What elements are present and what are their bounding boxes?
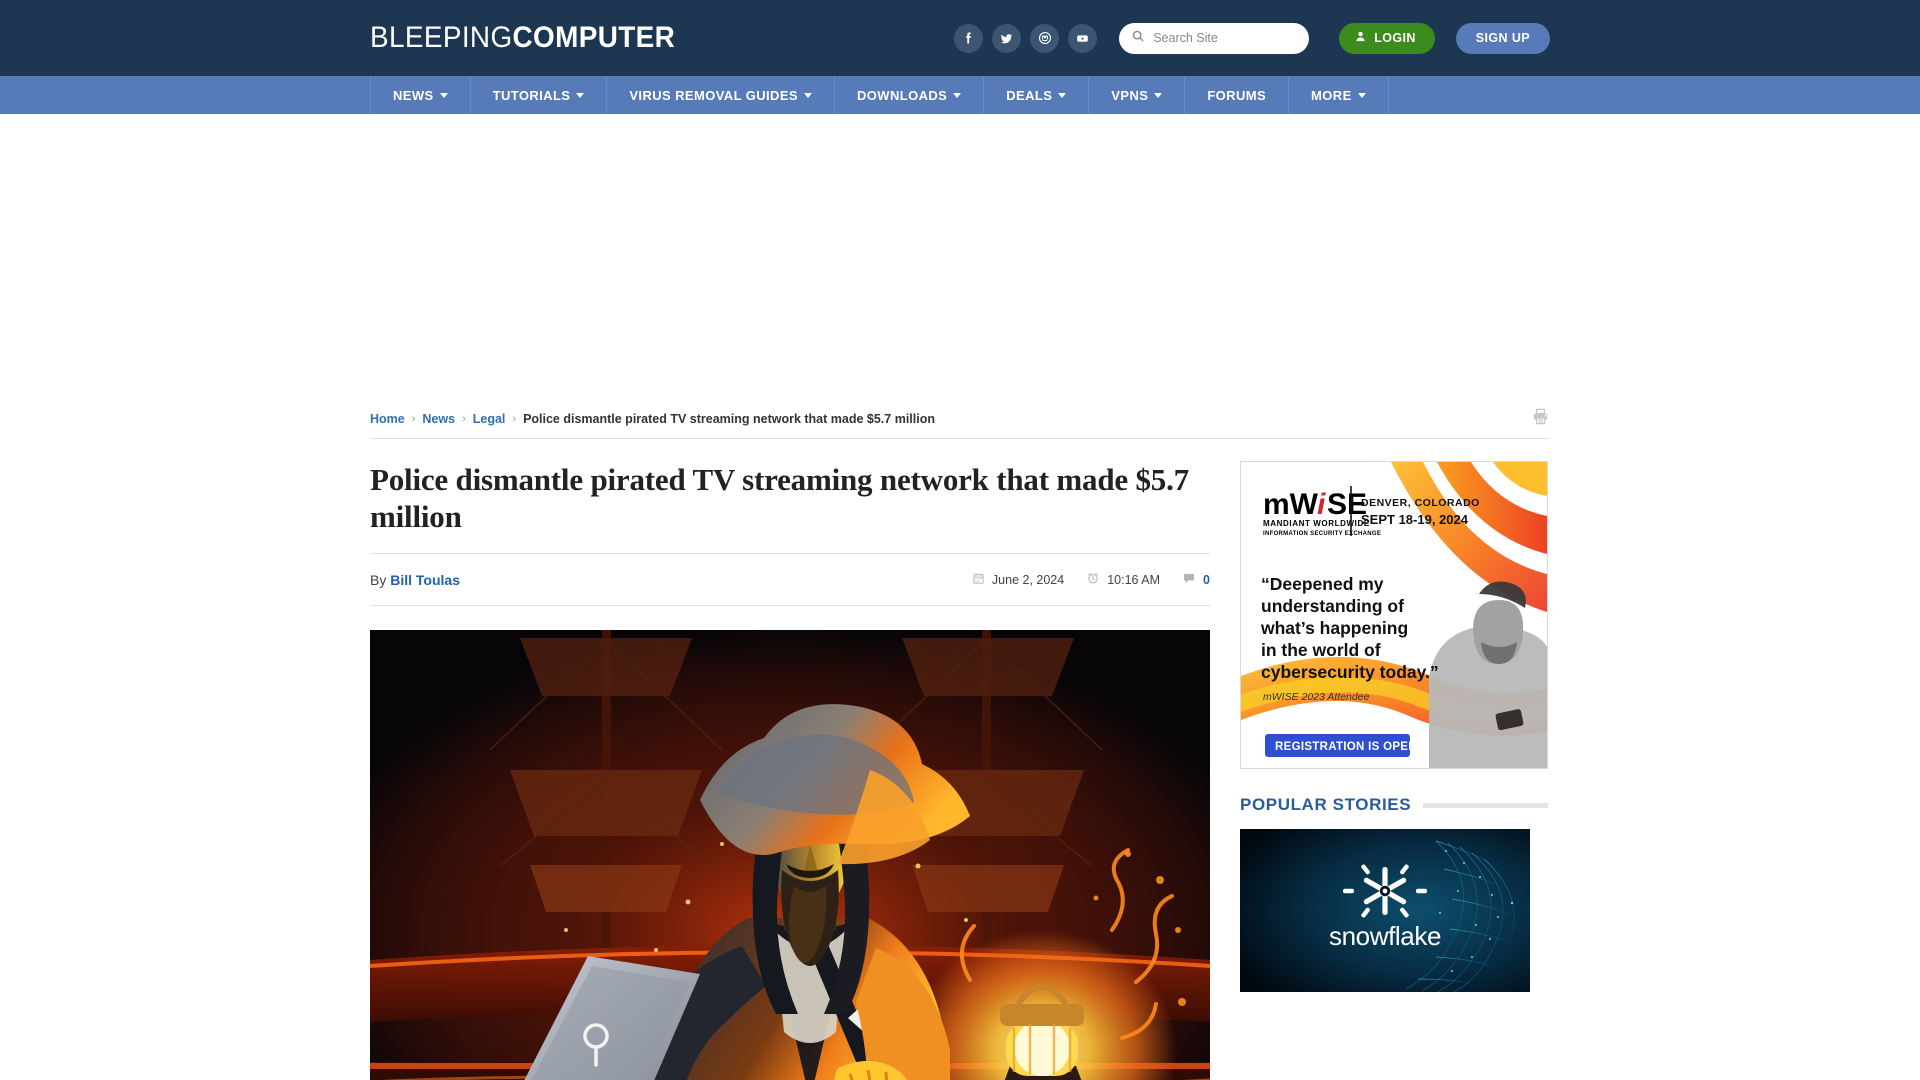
login-label: LOGIN xyxy=(1374,31,1416,45)
header-actions: LOGIN SIGN UP xyxy=(954,22,1550,54)
site-logo[interactable]: BLEEPINGCOMPUTER xyxy=(370,21,675,55)
nav-item-virus-removal-guides[interactable]: VIRUS REMOVAL GUIDES xyxy=(607,76,835,114)
signup-button[interactable]: SIGN UP xyxy=(1455,22,1550,54)
article-hero-image[interactable] xyxy=(370,630,1210,1080)
mastodon-icon[interactable] xyxy=(1030,23,1060,53)
nav-item-label: FORUMS xyxy=(1207,87,1267,103)
search-icon xyxy=(1131,29,1145,48)
svg-text:“Deepened my: “Deepened my xyxy=(1261,574,1384,594)
svg-text:REGISTRATION IS OPEN: REGISTRATION IS OPEN xyxy=(1275,741,1417,753)
publish-date-text: June 2, 2024 xyxy=(991,572,1065,587)
sidebar: mW i SE MANDIANT WORLDWIDE INFORMATION S… xyxy=(1240,461,1548,1080)
nav-item-forums[interactable]: FORUMS xyxy=(1185,76,1290,114)
breadcrumb-separator-icon: › xyxy=(512,412,517,425)
breadcrumb-home[interactable]: Home xyxy=(370,412,405,426)
nav-item-deals[interactable]: DEALS xyxy=(984,76,1090,114)
chevron-down-icon xyxy=(1154,92,1163,98)
breadcrumb-separator-icon: › xyxy=(462,412,466,425)
breadcrumb: Home › News › Legal › Police dismantle p… xyxy=(370,412,935,426)
facebook-icon[interactable] xyxy=(954,23,984,53)
nav-item-tutorials[interactable]: TUTORIALS xyxy=(471,76,608,114)
nav-item-label: DEALS xyxy=(1006,87,1053,103)
nav-item-label: DOWNLOADS xyxy=(856,87,948,103)
top-ad-banner-slot xyxy=(0,114,1920,399)
section-divider xyxy=(1423,802,1548,808)
clock-icon xyxy=(1086,571,1100,588)
popular-story-thumbnail[interactable]: snowflake xyxy=(1240,829,1530,992)
chevron-down-icon xyxy=(1357,92,1366,98)
svg-text:in the world of: in the world of xyxy=(1261,640,1381,660)
nav-item-more[interactable]: MORE xyxy=(1289,76,1389,114)
chevron-down-icon xyxy=(953,92,962,98)
chevron-down-icon xyxy=(1058,92,1067,98)
breadcrumb-separator-icon: › xyxy=(411,412,416,425)
nav-item-news[interactable]: NEWS xyxy=(370,76,471,114)
nav-item-vpns[interactable]: VPNS xyxy=(1089,76,1186,114)
byline: By Bill Toulas xyxy=(370,572,460,588)
comment-count[interactable]: 0 xyxy=(1182,571,1210,588)
signup-label: SIGN UP xyxy=(1475,31,1530,45)
svg-text:understanding of: understanding of xyxy=(1261,596,1404,616)
youtube-icon[interactable] xyxy=(1068,23,1098,53)
svg-text:mW: mW xyxy=(1263,488,1319,521)
author-link[interactable]: Bill Toulas xyxy=(390,572,460,588)
publish-time: 10:16 AM xyxy=(1086,571,1160,588)
chevron-down-icon xyxy=(803,92,812,98)
svg-text:INFORMATION SECURITY EXCHANGE: INFORMATION SECURITY EXCHANGE xyxy=(1263,531,1381,537)
breadcrumb-current: Police dismantle pirated TV streaming ne… xyxy=(523,411,935,426)
nav-item-label: VPNS xyxy=(1111,87,1149,103)
svg-text:SEPT 18-19, 2024: SEPT 18-19, 2024 xyxy=(1361,512,1469,527)
popular-stories-header: POPULAR STORIES xyxy=(1240,795,1548,815)
sidebar-ad-mwise[interactable]: mW i SE MANDIANT WORLDWIDE INFORMATION S… xyxy=(1240,461,1548,769)
social-links xyxy=(954,23,1098,53)
user-icon xyxy=(1354,30,1367,46)
site-header: BLEEPINGCOMPUTER Search Site LOGIN SIGN … xyxy=(0,0,1920,76)
svg-text:snowflake: snowflake xyxy=(1329,921,1441,951)
svg-text:i: i xyxy=(1317,488,1326,521)
print-icon[interactable] xyxy=(1531,407,1550,431)
comment-icon xyxy=(1182,571,1196,588)
nav-item-label: NEWS xyxy=(393,87,434,103)
article-column: Police dismantle pirated TV streaming ne… xyxy=(370,461,1210,1080)
svg-text:DENVER, COLORADO: DENVER, COLORADO xyxy=(1361,497,1480,509)
byline-row: By Bill Toulas June 2, 2024 10:16 AM 0 xyxy=(370,554,1210,607)
search-box[interactable] xyxy=(1119,22,1310,54)
search-input[interactable] xyxy=(1153,31,1300,45)
publish-time-text: 10:16 AM xyxy=(1107,572,1161,587)
page-container: Home › News › Legal › Police dismantle p… xyxy=(370,399,1550,1080)
chevron-down-icon xyxy=(439,92,448,98)
logo-text-light: BLEEPING xyxy=(370,21,513,54)
logo-text-bold: COMPUTER xyxy=(512,21,676,54)
nav-item-downloads[interactable]: DOWNLOADS xyxy=(835,76,985,114)
breadcrumb-bar: Home › News › Legal › Police dismantle p… xyxy=(370,399,1550,439)
calendar-icon xyxy=(972,572,985,588)
chevron-down-icon xyxy=(576,92,585,98)
popular-stories-title: POPULAR STORIES xyxy=(1240,795,1412,814)
svg-text:cybersecurity today.”: cybersecurity today.” xyxy=(1261,662,1439,682)
svg-text:mWISE 2023 Attendee: mWISE 2023 Attendee xyxy=(1263,691,1370,703)
svg-text:MANDIANT WORLDWIDE: MANDIANT WORLDWIDE xyxy=(1263,519,1370,528)
nav-item-label: VIRUS REMOVAL GUIDES xyxy=(629,87,798,103)
breadcrumb-news[interactable]: News xyxy=(422,412,455,426)
login-button[interactable]: LOGIN xyxy=(1339,22,1435,54)
main-navigation: NEWS TUTORIALS VIRUS REMOVAL GUIDES DOWNLOA… xyxy=(0,76,1920,114)
content-wrapper: Police dismantle pirated TV streaming ne… xyxy=(370,439,1550,1080)
comment-count-text: 0 xyxy=(1203,572,1210,587)
by-prefix: By xyxy=(370,571,387,588)
article-meta: June 2, 2024 10:16 AM 0 xyxy=(972,571,1210,588)
page-title: Police dismantle pirated TV streaming ne… xyxy=(370,461,1210,555)
publish-date: June 2, 2024 xyxy=(972,572,1064,588)
nav-item-label: TUTORIALS xyxy=(492,87,571,103)
breadcrumb-legal[interactable]: Legal xyxy=(473,412,506,426)
nav-item-label: MORE xyxy=(1311,87,1352,103)
svg-text:what’s happening: what’s happening xyxy=(1260,618,1408,638)
twitter-icon[interactable] xyxy=(992,23,1022,53)
